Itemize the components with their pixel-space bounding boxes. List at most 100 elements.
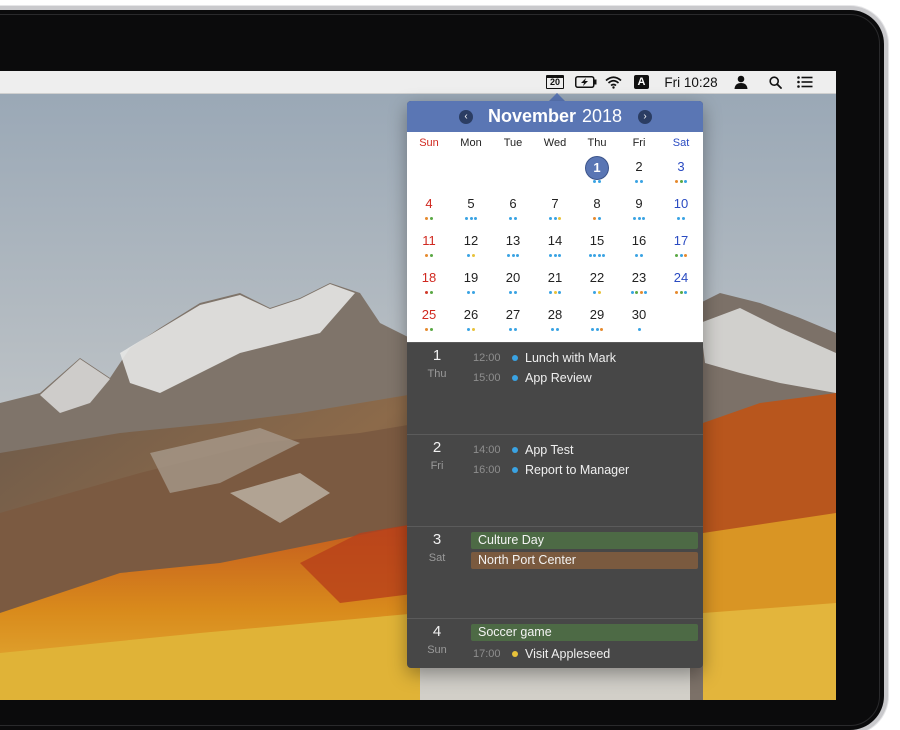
event-dot xyxy=(507,254,510,257)
day-number: 20 xyxy=(505,270,521,285)
notification-center-icon[interactable] xyxy=(795,71,815,93)
agenda-day-number: 1 xyxy=(432,347,442,364)
calendar-day[interactable]: 20 xyxy=(492,262,534,299)
calendar-day[interactable]: 14 xyxy=(534,225,576,262)
event-dot xyxy=(553,217,557,220)
timed-event[interactable]: 15:00 App Review xyxy=(473,369,699,387)
event-dots xyxy=(408,217,450,220)
event-dot xyxy=(597,254,601,257)
weekday-label-sun: Sun xyxy=(419,137,439,149)
event-dot xyxy=(633,217,636,220)
all-day-event[interactable]: North Port Center xyxy=(471,552,698,569)
day-number: 10 xyxy=(673,196,689,211)
day-number: 23 xyxy=(631,270,647,285)
calendar-day[interactable]: 13 xyxy=(492,225,534,262)
event-dot xyxy=(597,291,601,294)
calendar-day[interactable]: 18 xyxy=(408,262,450,299)
calendar-day-today[interactable]: 1 xyxy=(576,151,618,188)
calendar-day[interactable]: 24 xyxy=(660,262,702,299)
calendar-day[interactable]: 27 xyxy=(492,299,534,336)
event-dot xyxy=(593,217,597,220)
event-dots xyxy=(576,217,618,220)
calendar-day[interactable]: 22 xyxy=(576,262,618,299)
calendar-day[interactable]: 26 xyxy=(450,299,492,336)
event-time: 15:00 xyxy=(473,372,501,384)
agenda-day[interactable]: 2 Fri 14:00 App Test 16:00 Report to Manager xyxy=(407,434,703,527)
event-dot xyxy=(516,254,519,257)
agenda-day[interactable]: 1 Thu 12:00 Lunch with Mark 15:00 App Review xyxy=(407,342,703,435)
calendar-day[interactable]: 9 xyxy=(618,188,660,225)
event-dot xyxy=(425,254,429,257)
event-dot xyxy=(684,254,687,257)
calendar-day[interactable]: 3 xyxy=(660,151,702,188)
agenda-list: 1 Thu 12:00 Lunch with Mark 15:00 App Review 2… xyxy=(407,342,703,668)
event-dot xyxy=(558,291,561,294)
agenda-day[interactable]: 4 Sun Soccer game 17:00 Visit Appleseed xyxy=(407,618,703,668)
day-number: 2 xyxy=(635,159,643,174)
event-time: 16:00 xyxy=(473,464,501,476)
calendar-day[interactable]: 15 xyxy=(576,225,618,262)
event-time: 14:00 xyxy=(473,444,501,456)
calendar-day[interactable]: 29 xyxy=(576,299,618,336)
calendar-header: ‹ November 2018 › xyxy=(407,101,703,132)
timed-event[interactable]: 14:00 App Test xyxy=(473,441,699,459)
calendar-day[interactable]: 5 xyxy=(450,188,492,225)
calendar-day[interactable]: 8 xyxy=(576,188,618,225)
event-dot xyxy=(681,217,685,220)
event-dot xyxy=(684,180,687,183)
event-dot xyxy=(509,291,513,294)
calendar-day[interactable]: 17 xyxy=(660,225,702,262)
calendar-day[interactable]: 12 xyxy=(450,225,492,262)
spotlight-search-icon[interactable] xyxy=(766,71,784,93)
calendar-day[interactable]: 2 xyxy=(618,151,660,188)
user-icon[interactable] xyxy=(732,71,750,93)
calendar-day[interactable]: 21 xyxy=(534,262,576,299)
day-number: 29 xyxy=(589,307,605,322)
calendar-date-icon[interactable]: 20 xyxy=(546,75,564,89)
event-dots xyxy=(408,291,450,294)
agenda-day-number: 3 xyxy=(432,531,442,548)
calendar-day[interactable]: 7 xyxy=(534,188,576,225)
calendar-day[interactable]: 10 xyxy=(660,188,702,225)
all-day-event[interactable]: Soccer game xyxy=(471,624,698,641)
event-dot xyxy=(684,291,687,294)
battery-icon[interactable] xyxy=(575,71,597,93)
event-dot xyxy=(425,217,429,220)
event-dot xyxy=(637,328,641,331)
calendar-color-dot xyxy=(512,447,518,453)
event-dot xyxy=(513,328,517,331)
calendar-day[interactable]: 16 xyxy=(618,225,660,262)
event-dot xyxy=(679,291,683,294)
event-dot xyxy=(509,328,513,331)
calendar-day[interactable]: 19 xyxy=(450,262,492,299)
input-source-icon[interactable]: A xyxy=(634,75,649,89)
event-dots xyxy=(618,291,660,294)
agenda-weekday: Sat xyxy=(428,552,446,564)
prev-month-button[interactable]: ‹ xyxy=(459,110,473,124)
calendar-day[interactable]: 6 xyxy=(492,188,534,225)
event-dot xyxy=(630,291,634,294)
event-dots xyxy=(660,254,702,257)
event-dot xyxy=(549,217,552,220)
calendar-day[interactable]: 25 xyxy=(408,299,450,336)
event-dots xyxy=(576,254,618,257)
timed-event[interactable]: 12:00 Lunch with Mark xyxy=(473,349,699,367)
timed-event[interactable]: 17:00 Visit Appleseed xyxy=(473,645,699,663)
menu-clock[interactable]: Fri 10:28 xyxy=(658,71,724,93)
wifi-icon[interactable] xyxy=(604,71,622,93)
day-number: 15 xyxy=(589,233,605,248)
event-dot xyxy=(635,254,639,257)
calendar-day[interactable]: 4 xyxy=(408,188,450,225)
timed-event[interactable]: 16:00 Report to Manager xyxy=(473,461,699,479)
day-number: 30 xyxy=(631,307,647,322)
agenda-day[interactable]: 3 Sat Culture Day North Port Center xyxy=(407,526,703,619)
calendar-day[interactable]: 11 xyxy=(408,225,450,262)
all-day-event[interactable]: Culture Day xyxy=(471,532,698,549)
calendar-day[interactable]: 23 xyxy=(618,262,660,299)
event-dot xyxy=(677,217,681,220)
calendar-day[interactable]: 30 xyxy=(618,299,660,336)
calendar-day[interactable]: 28 xyxy=(534,299,576,336)
event-dot xyxy=(509,217,513,220)
weekday-label-wed: Wed xyxy=(543,137,567,149)
next-month-button[interactable]: › xyxy=(638,110,652,124)
